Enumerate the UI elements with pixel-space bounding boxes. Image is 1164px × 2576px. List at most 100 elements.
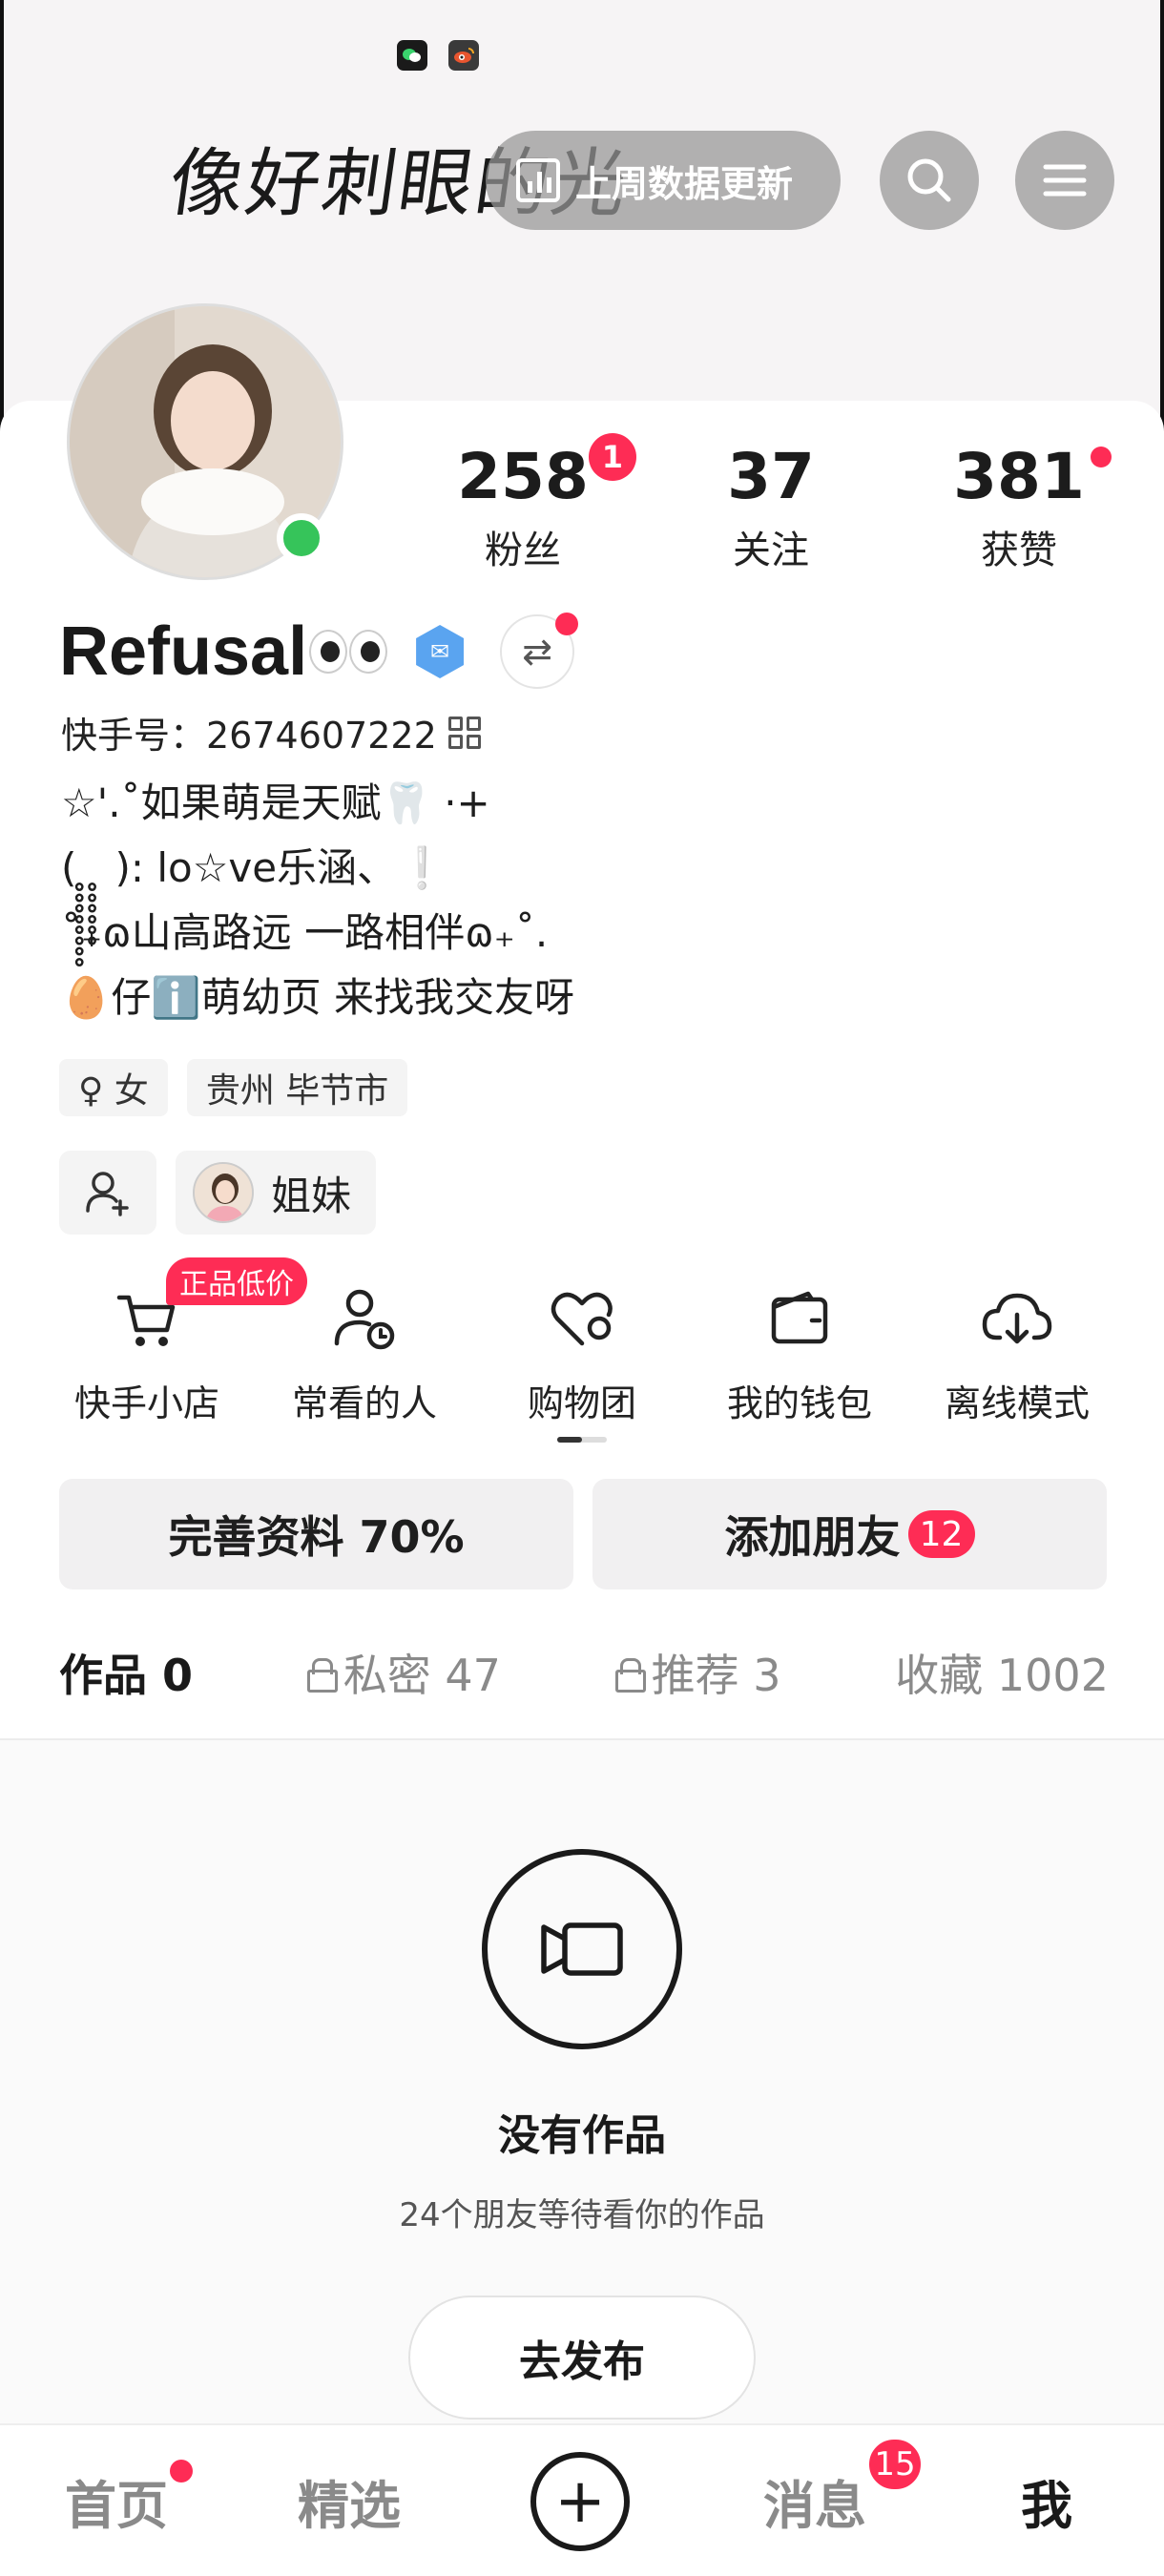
bio-line: ( ̥̥̥̥̥̥̥̥ ̥̥̥̥̥̥ ): lo☆ve乐涵、❕ bbox=[61, 844, 447, 891]
wallet-icon bbox=[771, 1291, 828, 1344]
followers-new-badge: 1 bbox=[588, 433, 636, 481]
bottom-nav: 首页 精选 + 消息 15 我 bbox=[0, 2423, 1164, 2576]
stats-row: 258 1 粉丝 37 关注 381 获赞 bbox=[399, 433, 1143, 574]
complete-profile-button[interactable]: 完善资料 70% bbox=[59, 1479, 573, 1589]
followers-label: 粉丝 bbox=[485, 529, 561, 572]
profile-name: Refusal bbox=[59, 613, 308, 690]
weekly-data-button[interactable]: 上周数据更新 bbox=[486, 131, 841, 230]
complete-profile-label: 完善资料 70% bbox=[168, 1511, 465, 1563]
sister-label: 姐妹 bbox=[271, 1172, 352, 1219]
tool-label: 常看的人 bbox=[291, 1382, 437, 1424]
weibo-icon bbox=[448, 40, 479, 71]
following-label: 关注 bbox=[733, 529, 809, 572]
location-tag: 贵州 毕节市 bbox=[186, 1059, 408, 1116]
qr-code-icon[interactable] bbox=[447, 716, 481, 749]
bio-line: 🥚仔ℹ️萌幼页 来找我交友呀 bbox=[61, 974, 574, 1021]
bio-line: ˚₊ɷ山高路远 一路相伴ɷ₊˚. bbox=[61, 909, 549, 956]
tab-works[interactable]: 作品 0 bbox=[59, 1641, 194, 1744]
empty-video-circle bbox=[482, 1849, 682, 2049]
tool-shop[interactable]: 正品低价 快手小店 bbox=[38, 1257, 307, 1426]
kuaishou-id: 快手号：2674607222 bbox=[61, 715, 437, 757]
nav-home[interactable]: 首页 bbox=[65, 2460, 193, 2539]
tab-label: 推荐 3 bbox=[651, 1650, 781, 1701]
sister-avatar bbox=[193, 1162, 254, 1223]
wechat-icon bbox=[397, 40, 427, 71]
status-bar-icons bbox=[397, 40, 479, 71]
tool-shortcuts: 正品低价 快手小店 常看的人 购物团 我的钱包 离线模式 bbox=[38, 1257, 1126, 1426]
tab-label: 私密 47 bbox=[343, 1650, 501, 1701]
create-post-button[interactable]: + bbox=[530, 2452, 630, 2551]
tool-label: 快手小店 bbox=[73, 1382, 219, 1424]
tool-shopping-group[interactable]: 购物团 bbox=[473, 1278, 691, 1426]
gender-tag: ♀ 女 bbox=[59, 1059, 168, 1116]
likes-count: 381 bbox=[953, 440, 1085, 513]
kuaishou-id-row[interactable]: 快手号：2674607222 bbox=[61, 706, 481, 758]
messages-count-badge: 15 bbox=[866, 2437, 924, 2492]
publish-button[interactable]: 去发布 bbox=[408, 2296, 756, 2420]
video-camera-icon bbox=[541, 1922, 623, 1976]
tools-page-indicator bbox=[557, 1437, 607, 1443]
swap-arrows-icon: ⇄ bbox=[522, 631, 553, 673]
add-friends-button[interactable]: 添加朋友 12 bbox=[592, 1479, 1107, 1589]
followers-count: 258 bbox=[457, 440, 589, 513]
menu-button[interactable] bbox=[1015, 131, 1114, 230]
empty-subtitle: 24个朋友等待看你的作品 bbox=[399, 2196, 765, 2234]
tab-recommend[interactable]: 推荐 3 bbox=[614, 1641, 781, 1731]
action-row: 完善资料 70% 添加朋友 12 bbox=[59, 1479, 1107, 1589]
user-clock-icon bbox=[334, 1289, 395, 1350]
switch-account-dot bbox=[555, 613, 579, 635]
likes-stat[interactable]: 381 获赞 bbox=[895, 439, 1143, 574]
add-friends-count-badge: 12 bbox=[907, 1510, 975, 1558]
tool-label: 离线模式 bbox=[944, 1382, 1090, 1424]
add-user-icon bbox=[86, 1172, 129, 1216]
bio-line: ☆'.˚如果萌是天赋🦷 ·+ bbox=[61, 779, 490, 826]
weekly-data-label: 上周数据更新 bbox=[575, 162, 794, 205]
profile-bio: ☆'.˚如果萌是天赋🦷 ·+ ( ̥̥̥̥̥̥̥̥ ̥̥̥̥̥̥ ): lo☆v… bbox=[61, 771, 574, 1030]
heart-group-icon bbox=[551, 1292, 613, 1346]
lock-icon bbox=[306, 1658, 338, 1693]
name-row: Refusal ✉ ⇄ bbox=[59, 613, 579, 691]
following-count: 37 bbox=[727, 440, 815, 513]
tab-favorites[interactable]: 收藏 1002 bbox=[895, 1641, 1109, 1731]
plus-icon: + bbox=[554, 2466, 606, 2537]
search-button[interactable] bbox=[880, 131, 979, 230]
tab-label: 收藏 1002 bbox=[895, 1650, 1109, 1701]
nav-me[interactable]: 我 bbox=[1021, 2463, 1072, 2539]
tool-frequent-visits[interactable]: 常看的人 bbox=[256, 1278, 473, 1426]
sister-relation-chip[interactable]: 姐妹 bbox=[176, 1151, 377, 1235]
cloud-download-icon bbox=[982, 1293, 1052, 1344]
friend-row: 姐妹 bbox=[59, 1151, 377, 1235]
nav-featured-label: 精选 bbox=[298, 2476, 401, 2536]
switch-account-button[interactable]: ⇄ bbox=[500, 613, 579, 689]
tab-label: 作品 0 bbox=[59, 1650, 194, 1701]
nav-home-label: 首页 bbox=[65, 2476, 168, 2536]
likes-new-dot bbox=[1090, 447, 1112, 467]
empty-works-state: 没有作品 24个朋友等待看你的作品 去发布 bbox=[0, 1740, 1164, 2423]
hamburger-menu-icon bbox=[1043, 164, 1087, 197]
publish-label: 去发布 bbox=[519, 2337, 645, 2386]
add-friends-label: 添加朋友 bbox=[724, 1511, 901, 1563]
following-stat[interactable]: 37 关注 bbox=[647, 439, 895, 574]
profile-tags: ♀ 女 贵州 毕节市 bbox=[59, 1059, 408, 1116]
nav-messages[interactable]: 消息 15 bbox=[763, 2437, 924, 2539]
empty-title: 没有作品 bbox=[498, 2111, 666, 2160]
tab-private[interactable]: 私密 47 bbox=[306, 1641, 501, 1731]
tool-offline-mode[interactable]: 离线模式 bbox=[908, 1278, 1126, 1426]
level-badge-icon[interactable]: ✉ bbox=[416, 625, 465, 678]
add-friend-button[interactable] bbox=[59, 1151, 156, 1235]
content-tabs: 作品 0 私密 47 推荐 3 收藏 1002 bbox=[59, 1641, 1109, 1744]
nav-me-label: 我 bbox=[1021, 2476, 1072, 2536]
followers-stat[interactable]: 258 1 粉丝 bbox=[399, 433, 647, 574]
tool-label: 我的钱包 bbox=[726, 1382, 872, 1424]
bar-chart-icon bbox=[516, 158, 560, 202]
nav-featured[interactable]: 精选 bbox=[298, 2463, 401, 2539]
search-icon bbox=[907, 158, 951, 202]
nav-messages-label: 消息 bbox=[763, 2476, 866, 2536]
likes-label: 获赞 bbox=[981, 529, 1057, 572]
lock-icon bbox=[614, 1658, 646, 1693]
nav-home-dot bbox=[170, 2460, 193, 2483]
tool-wallet[interactable]: 我的钱包 bbox=[691, 1278, 908, 1426]
tool-label: 购物团 bbox=[527, 1382, 636, 1424]
online-status-dot bbox=[277, 513, 326, 563]
eyes-emoji-icon bbox=[309, 630, 388, 674]
